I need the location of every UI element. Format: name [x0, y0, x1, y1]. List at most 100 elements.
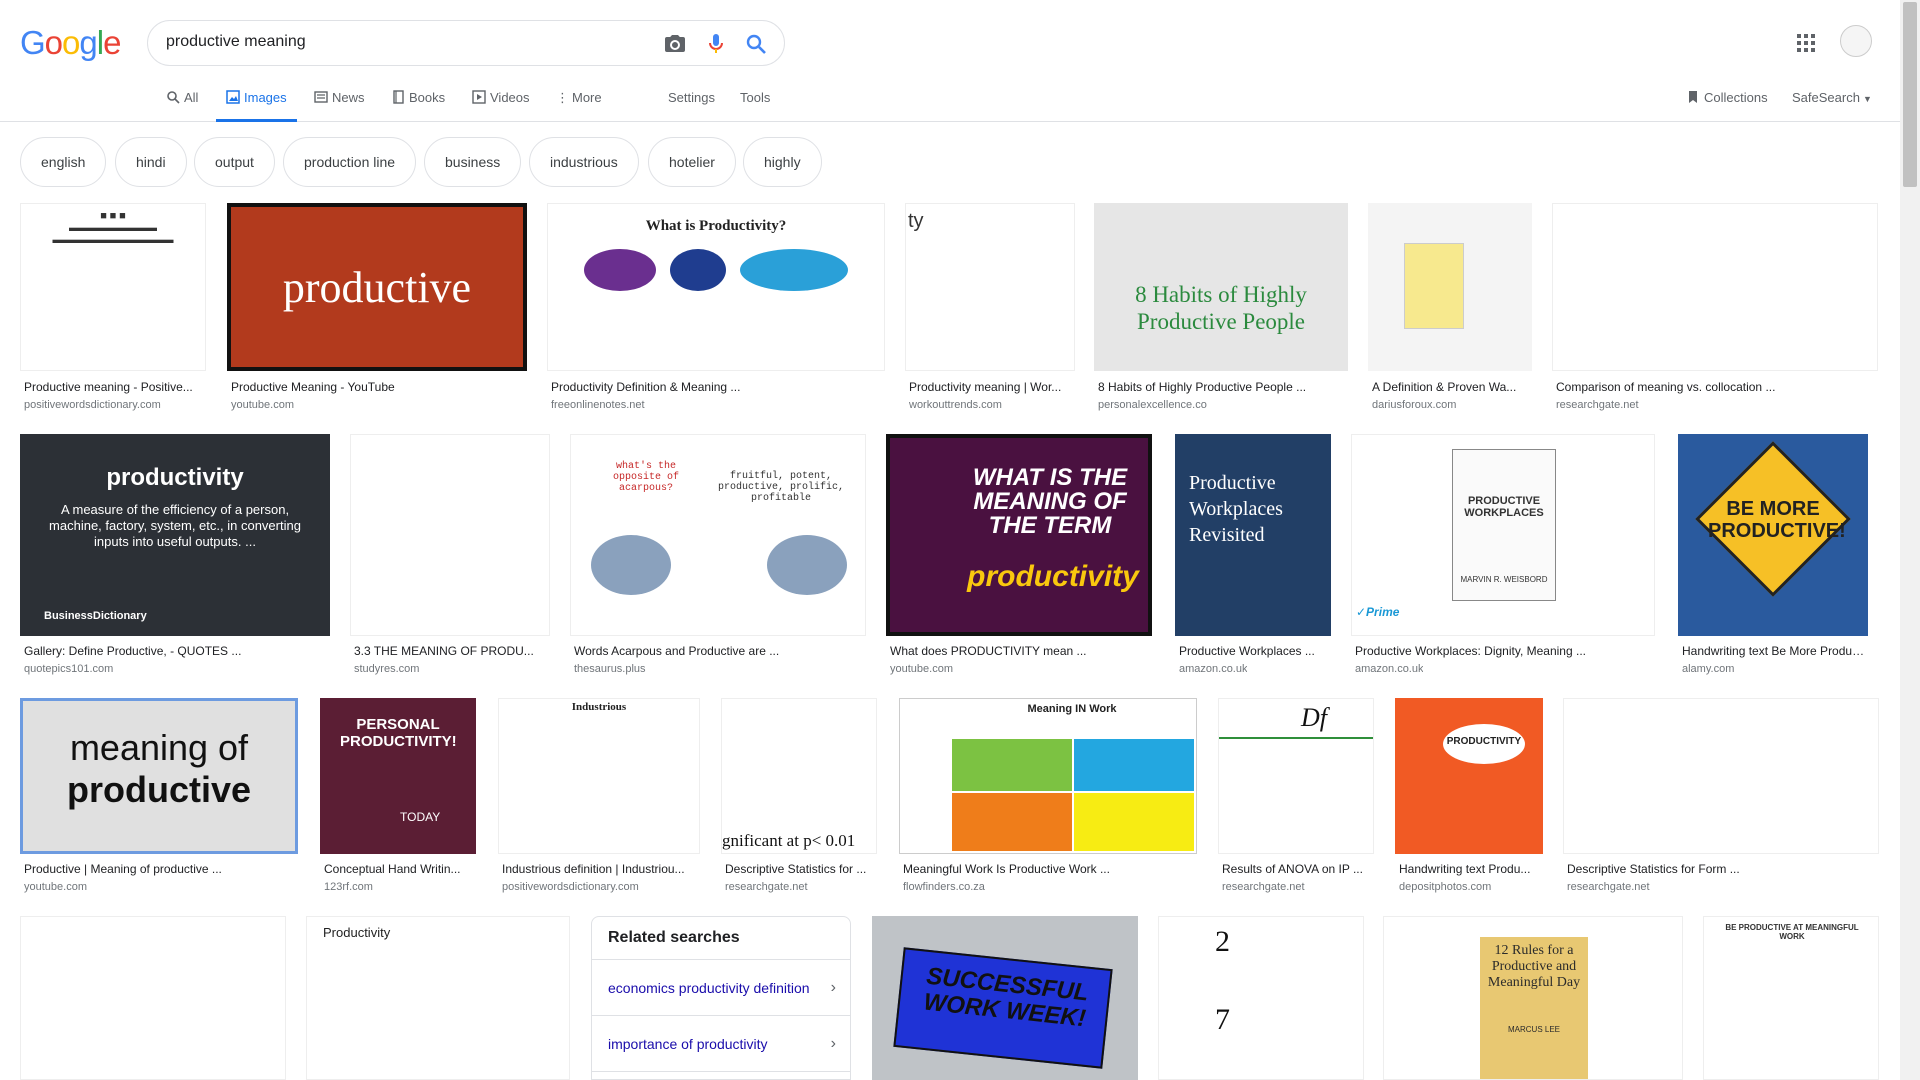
collections-label: Collections	[1704, 90, 1768, 105]
thumbnail-text: 12 Rules for a Productive and Meaningful…	[1487, 943, 1581, 990]
thumbnail-text: BE PRODUCTIVE AT MEANINGFUL WORK	[1725, 923, 1859, 941]
result-caption: Productive meaning - Positive...	[24, 380, 193, 394]
thumbnail: PRODUCTIVE WORKPLACES MARVIN R. WEISBORD…	[1351, 434, 1655, 636]
thumbnail: Industrious	[498, 698, 700, 854]
scrollbar-thumb[interactable]	[1903, 2, 1917, 187]
thumbnail: productivity A measure of the efficiency…	[20, 434, 330, 636]
image-result[interactable]: SUCCESSFUL WORK WEEK!	[872, 916, 1138, 1080]
thumbnail-brand: BusinessDictionary	[44, 610, 147, 622]
result-caption: Gallery: Define Productive, - QUOTES ...	[24, 644, 242, 658]
result-source: youtube.com	[24, 881, 87, 893]
result-caption: Meaningful Work Is Productive Work ...	[903, 862, 1110, 876]
settings-link[interactable]: Settings	[668, 90, 715, 122]
thumbnail-text: Df	[1301, 703, 1327, 732]
account-avatar[interactable]	[1840, 25, 1872, 57]
search-icon[interactable]	[744, 32, 768, 56]
chip-output[interactable]: output	[194, 137, 275, 187]
result-source: researchgate.net	[1567, 881, 1650, 893]
thumbnail: 8 Habits of Highly Productive People	[1094, 203, 1348, 371]
thumbnail: meaning of productive	[20, 698, 298, 854]
tab-books[interactable]: Books	[391, 90, 445, 122]
chip-business[interactable]: business	[424, 137, 522, 187]
thumbnail: BE MORE PRODUCTIVE!	[1678, 434, 1868, 636]
thumbnail-text: Industrious	[571, 701, 627, 713]
image-result[interactable]: BE PRODUCTIVE AT MEANINGFUL WORK	[1703, 916, 1879, 1080]
chip-industrious[interactable]: industrious	[529, 137, 639, 187]
related-searches: Related searches economics productivity …	[591, 916, 851, 1080]
tools-label: Tools	[740, 90, 771, 105]
result-source: flowfinders.co.za	[903, 881, 985, 893]
chip-hindi[interactable]: hindi	[115, 137, 187, 187]
tab-images[interactable]: Images	[216, 90, 297, 122]
tab-news[interactable]: News	[314, 90, 365, 122]
bookmark-icon	[1689, 91, 1697, 103]
thumbnail: WHAT IS THE MEANING OF THE TERM producti…	[886, 434, 1152, 636]
image-result[interactable]: Productivity	[306, 916, 570, 1080]
thumbnail-text: PRODUCTIVITY	[1446, 736, 1522, 747]
thumbnail: PRODUCTIVITY	[1395, 698, 1543, 854]
chip-production-line[interactable]: production line	[283, 137, 417, 187]
camera-icon[interactable]	[663, 32, 687, 56]
thumbnail: ty	[905, 203, 1075, 371]
result-caption: Handwriting text Produ...	[1399, 862, 1531, 876]
google-logo[interactable]: Google	[20, 24, 121, 62]
tab-videos[interactable]: Videos	[472, 90, 530, 122]
result-source: researchgate.net	[1222, 881, 1305, 893]
thumbnail	[1563, 698, 1879, 854]
thumbnail-text: What is Productivity?	[645, 218, 787, 234]
image-result[interactable]	[20, 916, 286, 1080]
chip-highly[interactable]: highly	[743, 137, 822, 187]
result-caption: 8 Habits of Highly Productive People ...	[1098, 380, 1307, 394]
result-source: youtube.com	[231, 399, 294, 411]
result-source: quotepics101.com	[24, 663, 114, 675]
video-icon	[472, 90, 486, 104]
tab-label: More	[572, 90, 602, 105]
tools-link[interactable]: Tools	[740, 90, 770, 122]
thumbnail-text: gnificant at p< 0.01	[722, 831, 856, 850]
result-source: youtube.com	[890, 663, 953, 675]
thumbnail-text: productivity	[106, 464, 244, 491]
related-search-label: importance of productivity	[608, 1036, 768, 1052]
thumbnail-text: Productivity	[323, 925, 391, 940]
tab-more[interactable]: ⋮ More	[556, 90, 602, 122]
thumbnail: Productive Workplaces Revisited	[1175, 434, 1331, 636]
related-search-item[interactable]: importance of productivity ›	[592, 1016, 850, 1072]
search-box	[147, 20, 785, 66]
apps-grid-icon[interactable]	[1796, 33, 1816, 53]
result-source: positivewordsdictionary.com	[24, 399, 161, 411]
settings-label: Settings	[668, 90, 715, 105]
chip-english[interactable]: english	[20, 137, 107, 187]
result-caption: Productivity meaning | Wor...	[909, 380, 1062, 394]
thumbnail-author: MARVIN R. WEISBORD	[1460, 575, 1548, 584]
thumbnail-subtext: TODAY	[400, 810, 441, 824]
safesearch-menu[interactable]: SafeSearch ▼	[1792, 90, 1872, 105]
image-result[interactable]: 12 Rules for a Productive and Meaningful…	[1383, 916, 1683, 1080]
result-caption: 3.3 THE MEANING OF PRODU...	[354, 644, 534, 658]
thumbnail-text: 8 Habits of Highly Productive People	[1135, 282, 1307, 334]
chip-hotelier[interactable]: hotelier	[648, 137, 736, 187]
thumbnail: PERSONAL PRODUCTIVITY! TODAY	[320, 698, 476, 854]
thumbnail: Meaning IN Work	[899, 698, 1197, 854]
result-caption: Results of ANOVA on IP ...	[1222, 862, 1363, 876]
search-input[interactable]	[166, 33, 646, 51]
thumbnail-text: Productive Workplaces Revisited	[1189, 472, 1283, 546]
thumbnail-question: what's the opposite of acarpous?	[612, 461, 679, 494]
more-dots-icon: ⋮	[556, 90, 569, 105]
related-searches-title: Related searches	[592, 917, 850, 960]
tab-label: All	[184, 90, 199, 105]
thumbnail-line1: meaning of	[69, 727, 249, 768]
thumbnail-text: Meaning IN Work	[1027, 703, 1117, 715]
safesearch-label: SafeSearch	[1792, 90, 1860, 105]
image-result[interactable]: 2 7	[1158, 916, 1364, 1080]
result-caption: Productive Workplaces: Dignity, Meaning …	[1355, 644, 1586, 658]
thumbnail-text: PRODUCTIVE WORKPLACES	[1464, 495, 1544, 519]
tab-all[interactable]: All	[166, 90, 198, 122]
result-source: workouttrends.com	[909, 399, 1002, 411]
thumbnail: gnificant at p< 0.01	[721, 698, 877, 854]
thumbnail-author: MARCUS LEE	[1507, 1025, 1560, 1034]
page-scrollbar[interactable]	[1900, 0, 1920, 1080]
related-search-item[interactable]: economics productivity definition ›	[592, 960, 850, 1016]
microphone-icon[interactable]	[704, 32, 728, 56]
result-source: freeonlinenotes.net	[551, 399, 645, 411]
collections-link[interactable]: Collections	[1686, 90, 1768, 105]
